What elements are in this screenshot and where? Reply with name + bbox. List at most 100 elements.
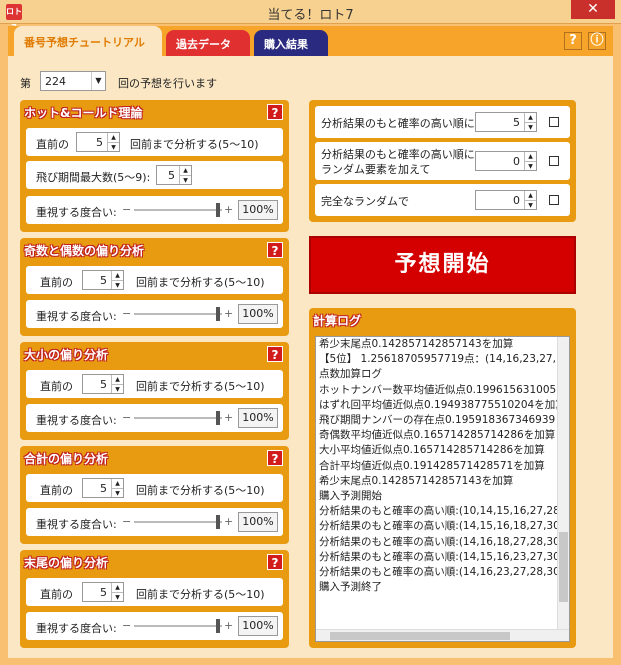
minus-icon[interactable]: −	[122, 411, 131, 424]
skip-row: 飛び期間最大数(5〜9): 5 ▲ ▼	[26, 161, 283, 189]
log-lines: 希少末尾点0.142857142857143を加算 【5位】 1.25618705…	[316, 337, 569, 595]
stepper-up-icon[interactable]: ▲	[524, 191, 536, 200]
help-icon[interactable]: ?	[564, 32, 582, 50]
weight-slider-track[interactable]	[134, 209, 222, 211]
turn-value: 224	[45, 75, 66, 88]
stepper-up-icon[interactable]: ▲	[524, 113, 536, 122]
log-line: 奇偶数平均値近似点0.165714285714286を加算	[319, 429, 556, 442]
stepper-down-icon[interactable]: ▼	[179, 175, 191, 184]
help-icon[interactable]: ?	[267, 346, 283, 362]
stepper-up-icon[interactable]: ▲	[179, 166, 191, 175]
title-bar: ロト7 当てる！ロト7 ✕	[0, 0, 621, 32]
horizontal-scrollbar[interactable]	[316, 629, 569, 641]
stepper-up-icon[interactable]: ▲	[111, 479, 123, 488]
panel-sum: 合計の偏り分析 ? 直前の 5 ▲ ▼ 回前まで分析する(5〜10) 重視する度合…	[20, 446, 289, 544]
weight-slider-track[interactable]	[134, 625, 222, 627]
minus-icon[interactable]: −	[122, 307, 131, 320]
stepper-down-icon[interactable]: ▼	[524, 122, 536, 131]
tab-bar: 番号予想チュートリアル 過去データ 購入結果 ? ⓘ	[8, 26, 613, 56]
help-icon[interactable]: ?	[267, 104, 283, 120]
recent-label: 直前の	[40, 588, 73, 601]
weight-slider-track[interactable]	[134, 417, 222, 419]
option-stepper[interactable]: 0 ▲ ▼	[475, 190, 537, 210]
tab-past-data[interactable]: 過去データ	[166, 30, 250, 56]
help-icon[interactable]: ?	[267, 554, 283, 570]
vertical-scrollbar[interactable]	[557, 337, 569, 629]
weight-label: 重視する度合い:	[36, 206, 117, 219]
panel-prediction-options: 分析結果のもと確率の高い順に 5 ▲ ▼ 分析結果のもと確率の高い順に ランダム要…	[309, 100, 576, 222]
minus-icon[interactable]: −	[122, 515, 131, 528]
recent-stepper[interactable]: 5 ▲ ▼	[82, 374, 124, 394]
log-line: ホットナンバー数平均値近似点0.19961563100​57	[319, 383, 563, 396]
plus-icon[interactable]: +	[224, 619, 233, 632]
option-checkbox[interactable]	[549, 117, 559, 127]
weight-percent: 100%	[238, 616, 278, 636]
scroll-thumb[interactable]	[559, 532, 568, 602]
weight-slider-thumb[interactable]	[215, 515, 220, 529]
option-label: 分析結果のもと確率の高い順に	[321, 117, 475, 130]
start-prediction-button[interactable]: 予想開始	[309, 236, 576, 294]
option-stepper[interactable]: 5 ▲ ▼	[475, 112, 537, 132]
log-textarea[interactable]: 希少末尾点0.142857142857143を加算 【5位】 1.25618705…	[315, 336, 570, 642]
plus-icon[interactable]: +	[224, 411, 233, 424]
recent-stepper[interactable]: 5 ▲ ▼	[82, 582, 124, 602]
weight-slider-thumb[interactable]	[215, 411, 220, 425]
stepper-up-icon[interactable]: ▲	[111, 271, 123, 280]
log-line: 分析結果のもと確率の高い順:(14,15,16,23,27,30	[319, 550, 560, 563]
minus-icon[interactable]: −	[122, 203, 131, 216]
option-checkbox[interactable]	[549, 195, 559, 205]
recent-stepper[interactable]: 5 ▲ ▼	[82, 270, 124, 290]
info-icon[interactable]: ⓘ	[588, 32, 606, 50]
recent-value: 5	[100, 378, 107, 391]
log-line: 購入予測開始	[319, 490, 382, 503]
help-icon[interactable]: ?	[267, 450, 283, 466]
weight-slider-thumb[interactable]	[215, 203, 220, 217]
skip-stepper[interactable]: 5 ▲ ▼	[156, 165, 192, 185]
panel-title: 合計の偏り分析	[24, 452, 109, 466]
scroll-thumb[interactable]	[330, 632, 510, 640]
stepper-down-icon[interactable]: ▼	[111, 280, 123, 289]
recent-suffix: 回前まで分析する(5〜10)	[136, 588, 265, 601]
plus-icon[interactable]: +	[224, 203, 233, 216]
close-button[interactable]: ✕	[571, 0, 615, 19]
stepper-up-icon[interactable]: ▲	[111, 583, 123, 592]
weight-slider-thumb[interactable]	[215, 619, 220, 633]
turn-select[interactable]: 224 ▼	[40, 71, 106, 91]
stepper-down-icon[interactable]: ▼	[111, 592, 123, 601]
stepper-down-icon[interactable]: ▼	[111, 488, 123, 497]
recent-row: 直前の 5 ▲ ▼ 回前まで分析する(5〜10)	[26, 128, 283, 156]
plus-icon[interactable]: +	[224, 307, 233, 320]
option-checkbox[interactable]	[549, 156, 559, 166]
weight-row: 重視する度合い: − + 100%	[26, 404, 283, 432]
tab-tutorial[interactable]: 番号予想チュートリアル	[14, 26, 162, 56]
stepper-up-icon[interactable]: ▲	[111, 375, 123, 384]
weight-slider-track[interactable]	[134, 313, 222, 315]
stepper-up-icon[interactable]: ▲	[107, 133, 119, 142]
recent-value: 5	[100, 586, 107, 599]
recent-label: 直前の	[36, 138, 69, 151]
recent-suffix: 回前まで分析する(5〜10)	[130, 138, 259, 151]
stepper-up-icon[interactable]: ▲	[524, 152, 536, 161]
option-value: 5	[513, 116, 520, 129]
recent-stepper[interactable]: 5 ▲ ▼	[82, 478, 124, 498]
recent-value: 5	[100, 482, 107, 495]
plus-icon[interactable]: +	[224, 515, 233, 528]
recent-row: 直前の 5 ▲ ▼ 回前まで分析する(5〜10)	[26, 474, 283, 502]
log-line: 大小平均値近似点0.165714285714286を加算	[319, 444, 545, 457]
minus-icon[interactable]: −	[122, 619, 131, 632]
weight-label: 重視する度合い:	[36, 414, 117, 427]
stepper-down-icon[interactable]: ▼	[111, 384, 123, 393]
weight-slider-track[interactable]	[134, 521, 222, 523]
option-stepper[interactable]: 0 ▲ ▼	[475, 151, 537, 171]
stepper-down-icon[interactable]: ▼	[107, 142, 119, 151]
help-icon[interactable]: ?	[267, 242, 283, 258]
stepper-down-icon[interactable]: ▼	[524, 161, 536, 170]
weight-label: 重視する度合い:	[36, 622, 117, 635]
turn-prefix: 第	[20, 77, 31, 90]
weight-slider-thumb[interactable]	[215, 307, 220, 321]
recent-stepper[interactable]: 5 ▲ ▼	[76, 132, 120, 152]
tab-purchase-results[interactable]: 購入結果	[254, 30, 328, 56]
stepper-down-icon[interactable]: ▼	[524, 200, 536, 209]
weight-percent: 100%	[238, 200, 278, 220]
skip-label: 飛び期間最大数(5〜9):	[36, 171, 151, 184]
